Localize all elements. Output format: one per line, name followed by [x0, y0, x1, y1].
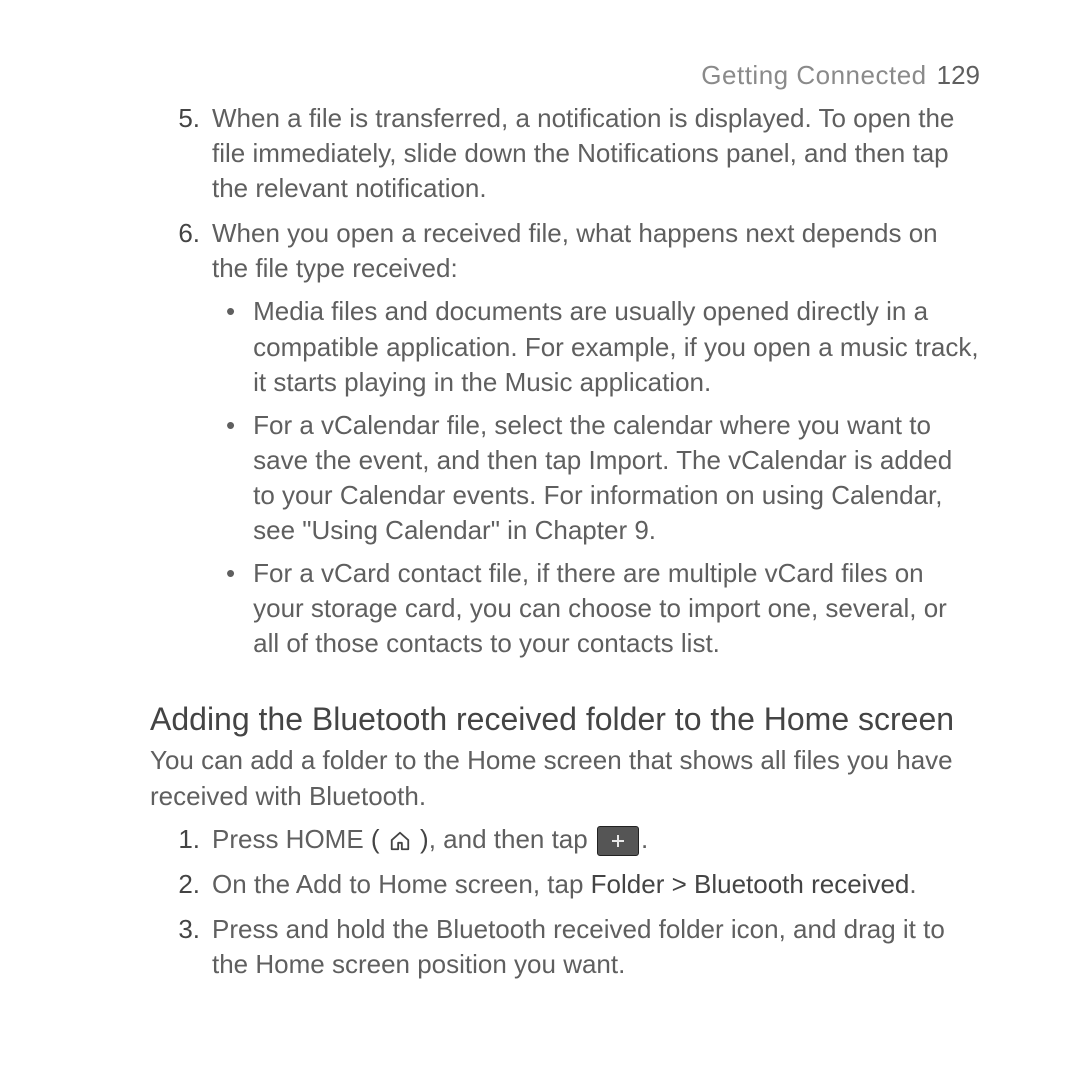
- paren-open: (: [371, 824, 387, 854]
- page-header: Getting Connected 129: [60, 60, 1020, 91]
- bullet-item: • Media files and documents are usually …: [212, 294, 980, 399]
- step-3: 3. Press and hold the Bluetooth received…: [60, 912, 1020, 982]
- section-intro: You can add a folder to the Home screen …: [150, 743, 980, 813]
- chapter-title: Getting Connected: [701, 60, 926, 91]
- menu-path: Folder > Bluetooth received: [591, 869, 910, 899]
- step-5: 5. When a file is transferred, a notific…: [60, 101, 1020, 206]
- step-number: 3.: [170, 912, 200, 982]
- bullet-dot: •: [226, 408, 235, 548]
- step-number: 1.: [170, 822, 200, 857]
- step-number: 5.: [170, 101, 200, 206]
- bullet-dot: •: [226, 294, 235, 399]
- step-body: When you open a received file, what happ…: [212, 216, 980, 669]
- home-icon: [389, 830, 411, 852]
- plus-icon: [597, 826, 639, 856]
- bullet-dot: •: [226, 556, 235, 661]
- step-tail: .: [641, 824, 648, 854]
- bullet-text: For a vCard contact file, if there are m…: [253, 556, 980, 661]
- step-tail: .: [909, 869, 916, 899]
- step-text: When you open a received file, what happ…: [212, 218, 938, 283]
- step-text: Press HOME ( ), and then tap .: [212, 822, 648, 857]
- page: Getting Connected 129 5. When a file is …: [0, 0, 1080, 1080]
- bullet-item: • For a vCalendar file, select the calen…: [212, 408, 980, 548]
- step-1: 1. Press HOME ( ), and then tap .: [60, 822, 1020, 857]
- section-heading: Adding the Bluetooth received folder to …: [150, 699, 980, 739]
- bullet-item: • For a vCard contact file, if there are…: [212, 556, 980, 661]
- bullet-text: Media files and documents are usually op…: [253, 294, 980, 399]
- paren-close: ): [413, 824, 429, 854]
- step-text: Press and hold the Bluetooth received fo…: [212, 912, 980, 982]
- step-text: On the Add to Home screen, tap Folder > …: [212, 867, 917, 902]
- add-folder-steps: 1. Press HOME ( ), and then tap . 2. On …: [60, 822, 1020, 982]
- step-2: 2. On the Add to Home screen, tap Folder…: [60, 867, 1020, 902]
- step-number: 2.: [170, 867, 200, 902]
- step-6: 6. When you open a received file, what h…: [60, 216, 1020, 669]
- bullet-text: For a vCalendar file, select the calenda…: [253, 408, 980, 548]
- page-number: 129: [937, 60, 980, 91]
- sub-bullets: • Media files and documents are usually …: [212, 294, 980, 661]
- step-number: 6.: [170, 216, 200, 669]
- steps-continued: 5. When a file is transferred, a notific…: [60, 101, 1020, 669]
- step-text: When a file is transferred, a notificati…: [212, 101, 980, 206]
